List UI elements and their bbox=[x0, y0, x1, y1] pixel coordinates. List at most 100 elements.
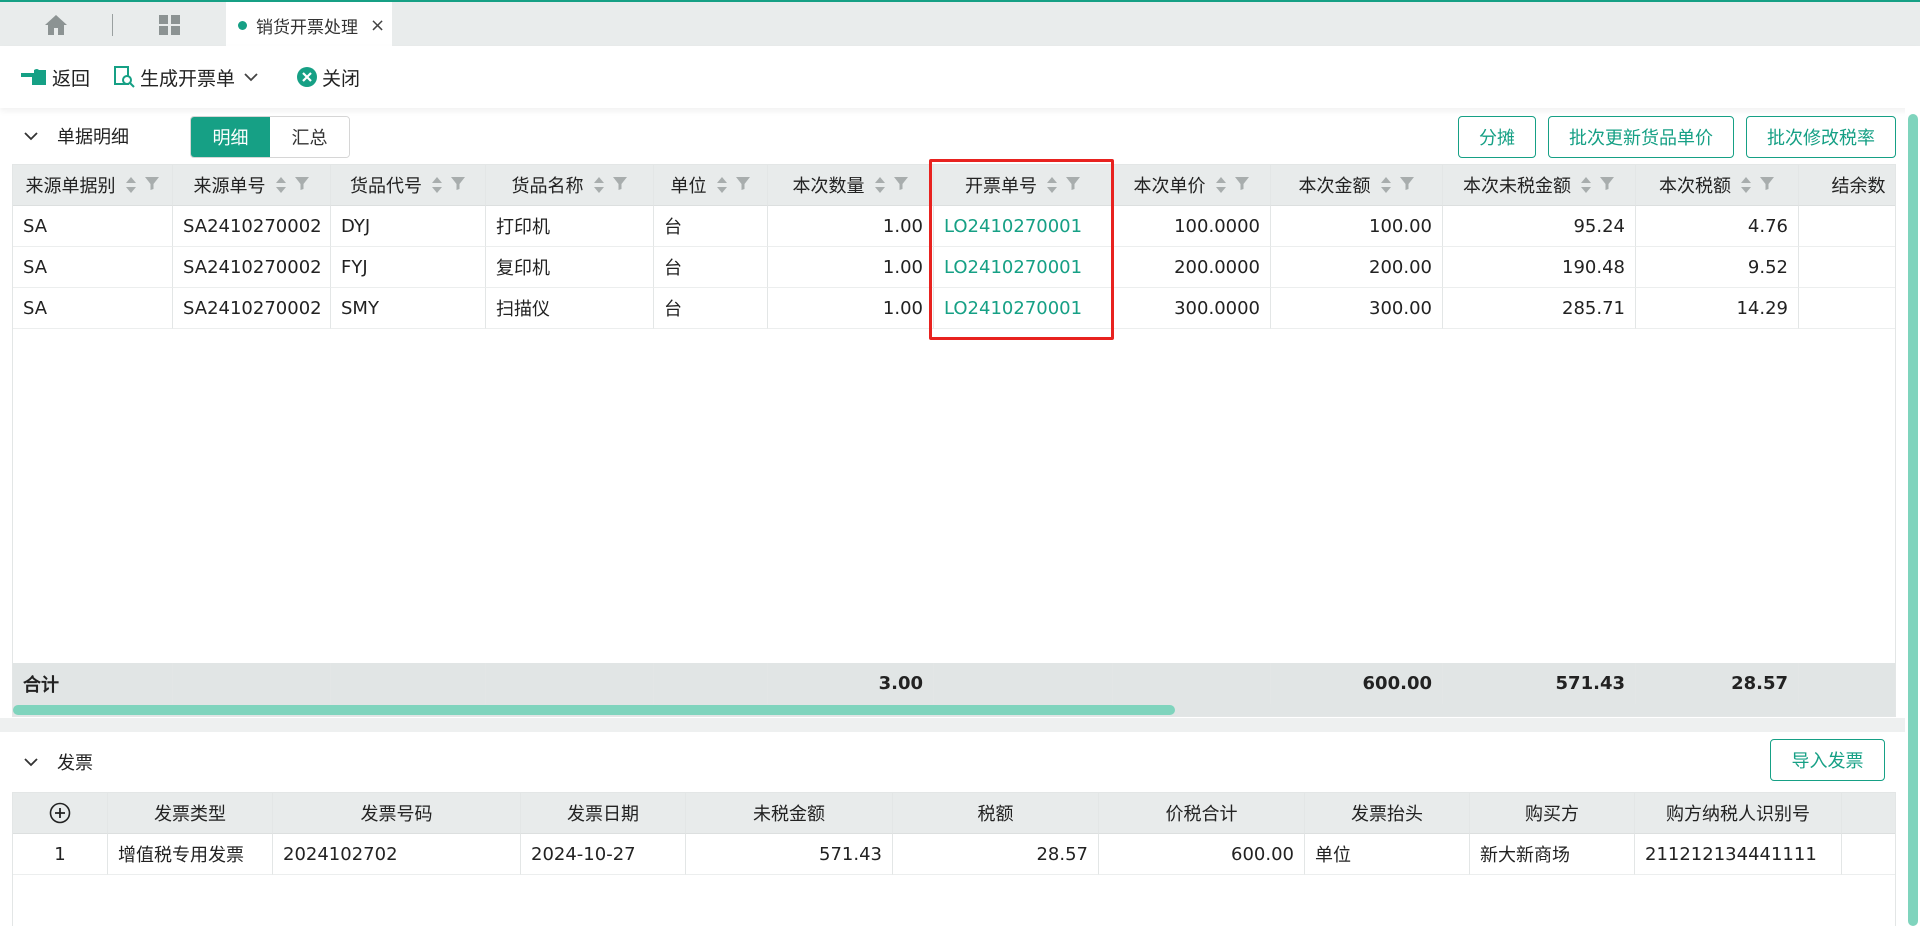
batch-modify-tax-button[interactable]: 批次修改税率 bbox=[1746, 116, 1896, 158]
split-button[interactable]: 分摊 bbox=[1458, 116, 1536, 158]
column-header-label: 来源单号 bbox=[193, 176, 266, 197]
close-circle-icon bbox=[297, 67, 317, 87]
sort-icon[interactable] bbox=[1214, 175, 1228, 195]
tab-label: 销货开票处理 bbox=[256, 17, 358, 38]
table-cell: 4.76 bbox=[1636, 206, 1799, 247]
generate-invoice-button[interactable]: 生成开票单 bbox=[112, 62, 265, 92]
sort-icon[interactable] bbox=[1579, 175, 1593, 195]
pointing-hand-icon bbox=[21, 69, 46, 85]
table-cell: 打印机 bbox=[486, 206, 654, 247]
invoice-grid: 发票类型 发票号码 发票日期 未税金额 税额 价税合计 发票抬头 购买方 购方纳税人识别号 1增… bbox=[12, 792, 1896, 926]
table-cell bbox=[1842, 834, 1895, 875]
invoice-section-header: 发票 导入发票 bbox=[0, 734, 1905, 790]
column-header: 发票抬头 bbox=[1305, 793, 1470, 834]
batch-update-price-button[interactable]: 批次更新货品单价 bbox=[1548, 116, 1734, 158]
sort-icon[interactable] bbox=[873, 175, 887, 195]
sort-icon[interactable] bbox=[1739, 175, 1753, 195]
sort-icon[interactable] bbox=[274, 175, 288, 195]
horizontal-scrollbar[interactable] bbox=[13, 704, 1895, 716]
filter-icon[interactable] bbox=[729, 175, 751, 196]
view-toggle: 明细 汇总 bbox=[190, 116, 350, 158]
vertical-scrollbar[interactable] bbox=[1905, 108, 1920, 926]
detail-section-header: 单据明细 明细 汇总 分摊 批次更新货品单价 批次修改税率 bbox=[0, 108, 1905, 164]
table-cell: 单位 bbox=[1305, 834, 1470, 875]
table-cell: 复印机 bbox=[486, 247, 654, 288]
table-row[interactable]: 1 增值税专用发票 2024102702 2024-10-27 571.43 28.57 6… bbox=[13, 834, 1895, 875]
add-row-button[interactable] bbox=[13, 793, 108, 834]
close-tab-icon[interactable]: × bbox=[370, 15, 385, 36]
table-cell: 600.00 bbox=[1099, 834, 1305, 875]
table-cell: 200.0000 bbox=[1113, 247, 1271, 288]
table-cell: SA bbox=[13, 247, 173, 288]
plus-circle-icon[interactable] bbox=[49, 802, 71, 824]
table-cell: 台 bbox=[654, 288, 768, 329]
tab-summary[interactable]: 汇总 bbox=[270, 117, 349, 157]
table-cell: SA bbox=[13, 206, 173, 247]
sort-icon[interactable] bbox=[1379, 175, 1393, 195]
sort-icon[interactable] bbox=[715, 175, 729, 195]
table-cell: 95.24 bbox=[1443, 206, 1636, 247]
column-header[interactable]: 结余数 bbox=[1799, 165, 1895, 206]
column-header[interactable]: 本次税额 bbox=[1636, 165, 1799, 206]
table-cell: 2024-10-27 bbox=[521, 834, 686, 875]
filter-icon[interactable] bbox=[288, 175, 310, 196]
column-header[interactable]: 单位 bbox=[654, 165, 768, 206]
column-header-label: 来源单据别 bbox=[25, 176, 116, 197]
scrollbar-thumb[interactable] bbox=[13, 705, 1175, 715]
total-cell: 28.57 bbox=[1636, 663, 1799, 704]
sort-icon[interactable] bbox=[124, 175, 138, 195]
column-header[interactable]: 本次未税金额 bbox=[1443, 165, 1636, 206]
detail-section-title: 单据明细 bbox=[57, 127, 129, 148]
vertical-scrollbar-thumb[interactable] bbox=[1908, 114, 1918, 926]
total-cell: 571.43 bbox=[1443, 663, 1636, 704]
table-cell: 新大新商场 bbox=[1470, 834, 1635, 875]
total-label: 合计 bbox=[13, 663, 173, 704]
table-cell: 9.52 bbox=[1636, 247, 1799, 288]
column-header-label: 结余数 bbox=[1831, 176, 1886, 197]
filter-icon[interactable] bbox=[138, 175, 160, 196]
table-cell: 2024102702 bbox=[273, 834, 521, 875]
column-header[interactable]: 货品代号 bbox=[331, 165, 486, 206]
total-cell bbox=[173, 663, 331, 704]
filter-icon[interactable] bbox=[444, 175, 466, 196]
filter-icon[interactable] bbox=[1393, 175, 1415, 196]
tab-detail[interactable]: 明细 bbox=[191, 117, 270, 157]
table-cell bbox=[1799, 288, 1895, 329]
close-label: 关闭 bbox=[322, 67, 361, 90]
filter-icon[interactable] bbox=[1753, 175, 1775, 196]
total-cell bbox=[1113, 663, 1271, 704]
table-cell: SA2410270002 bbox=[173, 288, 331, 329]
column-header[interactable]: 来源单号 bbox=[173, 165, 331, 206]
sort-icon[interactable] bbox=[430, 175, 444, 195]
table-cell bbox=[1799, 247, 1895, 288]
column-header[interactable]: 本次金额 bbox=[1271, 165, 1443, 206]
filter-icon[interactable] bbox=[1228, 175, 1250, 196]
total-cell bbox=[486, 663, 654, 704]
column-header-label: 货品代号 bbox=[350, 176, 422, 197]
toolbar: 返回 生成开票单 关闭 bbox=[0, 46, 1920, 108]
document-search-icon bbox=[114, 66, 135, 88]
chevron-down-icon[interactable] bbox=[22, 755, 40, 769]
import-invoice-button[interactable]: 导入发票 bbox=[1770, 739, 1885, 781]
filter-icon[interactable] bbox=[887, 175, 909, 196]
filter-icon[interactable] bbox=[1593, 175, 1615, 196]
column-header[interactable]: 货品名称 bbox=[486, 165, 654, 206]
chevron-down-icon[interactable] bbox=[22, 129, 40, 143]
column-header[interactable]: 来源单据别 bbox=[13, 165, 173, 206]
filter-icon[interactable] bbox=[606, 175, 628, 196]
tab-divider bbox=[112, 14, 113, 36]
table-cell: 台 bbox=[654, 206, 768, 247]
home-icon[interactable] bbox=[36, 12, 76, 38]
total-cell bbox=[1799, 663, 1895, 704]
tab-sales-invoice[interactable]: 销货开票处理 × bbox=[226, 2, 392, 48]
column-header[interactable]: 本次单价 bbox=[1113, 165, 1271, 206]
sort-icon[interactable] bbox=[592, 175, 606, 195]
back-button[interactable]: 返回 bbox=[20, 62, 90, 92]
column-header[interactable]: 本次数量 bbox=[768, 165, 934, 206]
grid-menu-icon[interactable] bbox=[150, 12, 190, 38]
table-cell: 200.00 bbox=[1271, 247, 1443, 288]
table-cell: FYJ bbox=[331, 247, 486, 288]
generate-label: 生成开票单 bbox=[140, 67, 236, 90]
column-header-label: 单位 bbox=[670, 176, 707, 197]
close-button[interactable]: 关闭 bbox=[296, 62, 360, 92]
